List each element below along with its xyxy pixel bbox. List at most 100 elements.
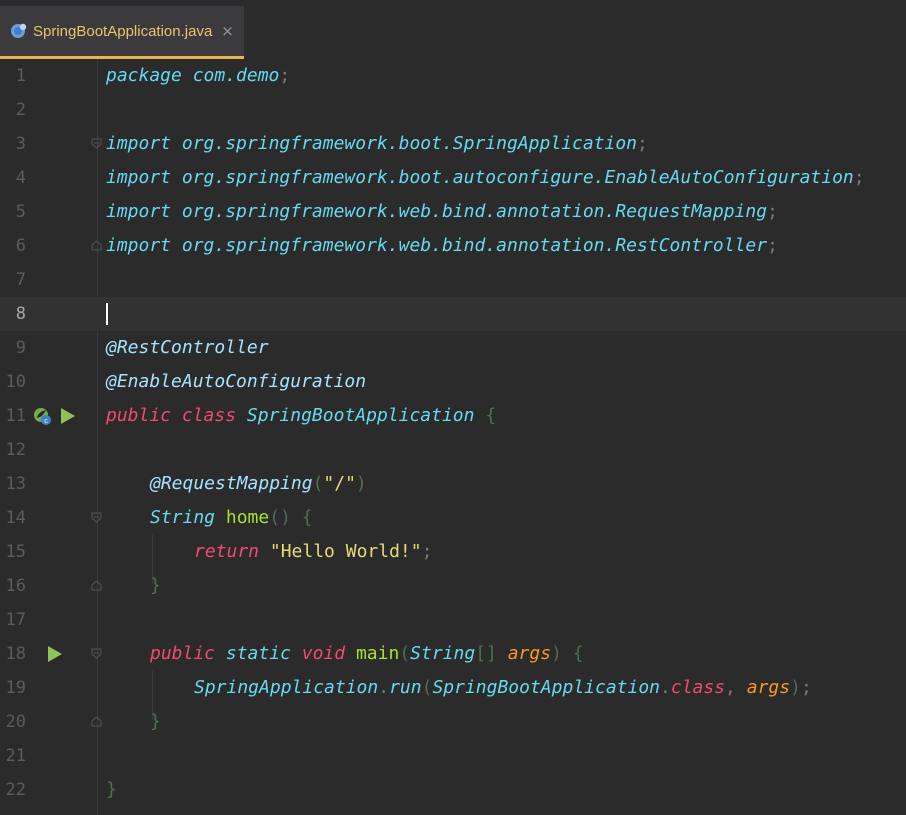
semicolon: ;	[767, 235, 778, 256]
comma: ,	[725, 677, 736, 698]
brace: }	[106, 779, 117, 800]
annotation: @RestController	[106, 337, 269, 358]
fold-end-icon[interactable]	[91, 240, 102, 251]
spring-bean-icon[interactable]: c	[32, 406, 52, 426]
type-name: String	[410, 643, 476, 664]
code-line: 11 c public class SpringBootApplication …	[0, 399, 906, 433]
code-text: package com.demo;	[106, 59, 290, 93]
tab-springbootapplication[interactable]: SpringBootApplication.java ×	[0, 6, 244, 59]
current-code-line: 8	[0, 297, 906, 331]
keyword: public	[150, 643, 216, 664]
brace: }	[150, 711, 161, 732]
method-name: main	[355, 643, 400, 664]
keyword: import	[106, 201, 172, 222]
tab-label: SpringBootApplication.java	[33, 22, 213, 40]
line-number: 3	[15, 134, 26, 154]
line-number: 11	[5, 406, 26, 426]
annotation: @RequestMapping	[150, 473, 313, 494]
keyword: class	[181, 405, 237, 426]
code-editor[interactable]: 1 package com.demo; 2 3 import org.sprin…	[0, 59, 906, 815]
code-text: public class SpringBootApplication {	[106, 399, 496, 433]
string-literal: "/"	[323, 473, 356, 494]
brace: {	[572, 643, 584, 664]
paren: )	[355, 473, 367, 494]
paren: (	[421, 677, 433, 698]
code-line: 19 SpringApplication.run(SpringBootAppli…	[0, 671, 906, 705]
code-line: 4 import org.springframework.boot.autoco…	[0, 161, 906, 195]
line-number: 19	[5, 678, 26, 698]
line-number: 4	[15, 168, 26, 188]
line-number: 18	[5, 644, 26, 664]
paren: (	[312, 473, 324, 494]
line-number: 21	[5, 746, 26, 766]
fold-start-icon[interactable]	[91, 512, 102, 523]
semicolon: ;	[279, 65, 291, 86]
import-path: org.springframework.web.bind.annotation.…	[171, 201, 768, 222]
code-text: String home() {	[150, 501, 313, 535]
java-class-file-icon	[11, 23, 27, 38]
code-text: return "Hello World!";	[194, 535, 432, 569]
line-number: 5	[15, 202, 26, 222]
line-number: 1	[15, 66, 26, 86]
line-number: 12	[5, 440, 26, 460]
line-number: 7	[15, 270, 26, 290]
line-number: 20	[5, 712, 26, 732]
type-name: String	[150, 507, 216, 528]
parameter-name: args	[746, 677, 791, 698]
brackets: []	[475, 643, 497, 664]
code-text: import org.springframework.boot.autoconf…	[106, 161, 865, 195]
paren: ()	[269, 507, 291, 528]
parameter-name: args	[507, 643, 552, 664]
code-line: 5 import org.springframework.web.bind.an…	[0, 195, 906, 229]
import-path: org.springframework.web.bind.annotation.…	[171, 235, 768, 256]
import-path: org.springframework.boot.SpringApplicati…	[171, 133, 638, 154]
run-icon[interactable]	[60, 407, 76, 425]
code-text: SpringApplication.run(SpringBootApplicat…	[194, 671, 812, 705]
fold-start-icon[interactable]	[91, 648, 102, 659]
line-number: 9	[15, 338, 26, 358]
code-text: import org.springframework.web.bind.anno…	[106, 195, 778, 229]
brace: }	[150, 575, 161, 596]
line-number: 15	[5, 542, 26, 562]
code-line: 22 }	[0, 773, 906, 807]
text-cursor	[106, 303, 108, 325]
string-literal: "Hello World!"	[269, 541, 422, 562]
code-line: 3 import org.springframework.boot.Spring…	[0, 127, 906, 161]
dot: .	[660, 677, 671, 698]
method-name: run	[389, 677, 422, 698]
keyword: import	[106, 167, 172, 188]
svg-text:c: c	[44, 417, 48, 425]
line-number: 17	[5, 610, 26, 630]
code-text: import org.springframework.boot.SpringAp…	[106, 127, 648, 161]
semicolon: ;	[853, 167, 865, 188]
line-number: 14	[5, 508, 26, 528]
keyword: class	[670, 677, 726, 698]
brace: {	[485, 405, 497, 426]
method-name: home	[225, 507, 270, 528]
annotation: @EnableAutoConfiguration	[106, 371, 367, 392]
code-line: 17	[0, 603, 906, 637]
semicolon: ;	[767, 201, 778, 222]
code-line: 21	[0, 739, 906, 773]
code-line: 20 }	[0, 705, 906, 739]
dot: .	[378, 677, 390, 698]
paren: (	[399, 643, 411, 664]
close-icon[interactable]: ×	[221, 23, 234, 39]
fold-start-icon[interactable]	[91, 138, 102, 149]
code-text: @RestController	[106, 331, 269, 365]
code-line: 12	[0, 433, 906, 467]
run-icon[interactable]	[47, 645, 63, 663]
code-line: 6 import org.springframework.web.bind.an…	[0, 229, 906, 263]
code-line: 15 return "Hello World!";	[0, 535, 906, 569]
fold-end-icon[interactable]	[91, 716, 102, 727]
keyword: import	[106, 133, 172, 154]
fold-end-icon[interactable]	[91, 580, 102, 591]
paren: )	[551, 643, 562, 664]
line-number: 8	[15, 304, 26, 324]
code-text: @EnableAutoConfiguration	[106, 365, 366, 399]
keyword: package	[106, 65, 182, 86]
code-line: 1 package com.demo;	[0, 59, 906, 93]
code-line: 18 public static void main(String[] args…	[0, 637, 906, 671]
code-line: 7	[0, 263, 906, 297]
code-text: @RequestMapping("/")	[150, 467, 367, 501]
